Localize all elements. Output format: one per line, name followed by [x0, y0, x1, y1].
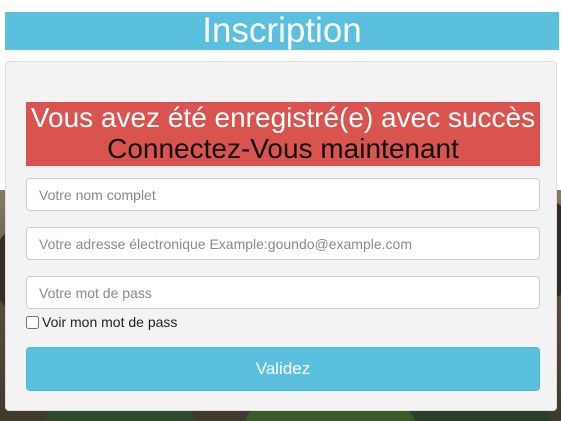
email-input[interactable]: [26, 227, 540, 260]
title-bar: Inscription: [5, 12, 559, 50]
registration-form-card: Vous avez été enregistré(e) avec succès …: [5, 61, 557, 411]
submit-button[interactable]: Validez: [26, 347, 540, 391]
login-now-link[interactable]: Connectez-Vous maintenant: [107, 133, 459, 164]
show-password-checkbox[interactable]: [26, 315, 39, 329]
password-input[interactable]: [26, 276, 540, 309]
show-password-control[interactable]: Voir mon mot de pass: [26, 313, 177, 331]
page-title: Inscription: [202, 11, 362, 50]
success-alert: Vous avez été enregistré(e) avec succès …: [26, 102, 540, 166]
fullname-input[interactable]: [26, 178, 540, 211]
show-password-label: Voir mon mot de pass: [42, 314, 178, 330]
alert-message: Vous avez été enregistré(e) avec succès: [30, 102, 536, 133]
